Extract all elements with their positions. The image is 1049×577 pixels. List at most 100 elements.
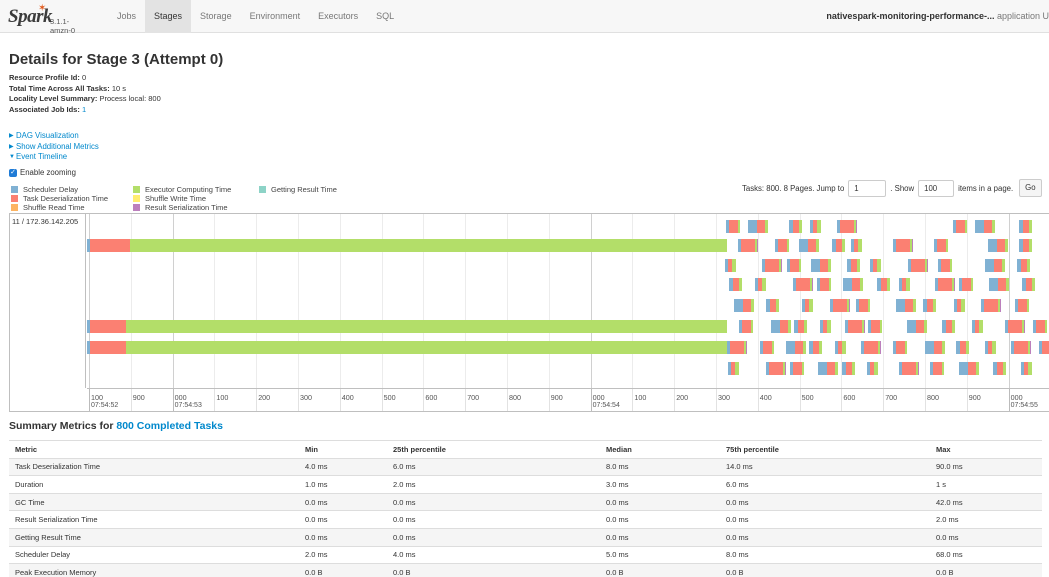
task-bar[interactable] <box>775 239 789 252</box>
task-bar[interactable] <box>953 220 967 233</box>
task-bar[interactable] <box>847 259 860 272</box>
additional-metrics-toggle[interactable]: ▶ Show Additional Metrics <box>9 142 99 153</box>
task-bar[interactable] <box>793 278 813 291</box>
task-bar[interactable] <box>809 341 822 354</box>
task-bar[interactable] <box>1022 278 1035 291</box>
task-bar[interactable] <box>835 341 846 354</box>
task-bar[interactable] <box>1011 341 1031 354</box>
task-bar[interactable] <box>1015 299 1029 312</box>
tab-stages[interactable]: Stages <box>145 0 192 33</box>
task-bar[interactable] <box>938 259 952 272</box>
task-bar[interactable] <box>868 320 882 333</box>
task-bar[interactable] <box>988 239 1008 252</box>
task-bar[interactable] <box>734 299 754 312</box>
column-header-min[interactable]: Min <box>299 440 387 459</box>
tab-storage[interactable]: Storage <box>191 0 241 33</box>
task-bar[interactable] <box>762 259 782 272</box>
column-header-max[interactable]: Max <box>930 440 1042 459</box>
tab-sql[interactable]: SQL <box>367 0 403 33</box>
task-bar[interactable] <box>899 278 910 291</box>
task-bar[interactable] <box>748 220 768 233</box>
timeline-canvas[interactable] <box>87 214 1049 388</box>
task-bar[interactable] <box>908 259 928 272</box>
task-bar[interactable] <box>989 278 1009 291</box>
task-bar[interactable] <box>728 362 739 375</box>
checkbox-checked-icon[interactable]: ✓ <box>9 168 17 177</box>
task-bar[interactable] <box>786 341 806 354</box>
tab-jobs[interactable]: Jobs <box>108 0 145 33</box>
task-bar[interactable] <box>899 362 919 375</box>
task-bar[interactable] <box>87 341 727 354</box>
task-bar[interactable] <box>856 299 870 312</box>
task-bar[interactable] <box>771 320 791 333</box>
task-bar[interactable] <box>766 362 786 375</box>
task-bar[interactable] <box>954 299 965 312</box>
task-bar[interactable] <box>789 220 802 233</box>
task-bar[interactable] <box>843 278 863 291</box>
task-bar[interactable] <box>842 362 855 375</box>
task-bar[interactable] <box>810 220 821 233</box>
page-size-input[interactable]: 100 <box>918 179 955 197</box>
task-bar[interactable] <box>1021 362 1032 375</box>
task-bar[interactable] <box>1033 320 1047 333</box>
task-bar[interactable] <box>893 239 913 252</box>
task-bar[interactable] <box>87 239 727 252</box>
column-header-metric[interactable]: Metric <box>9 440 299 459</box>
spark-logo[interactable]: Spark ✶ 3.1.1-amzn-0 <box>8 3 88 35</box>
task-bar[interactable] <box>867 362 878 375</box>
task-bar[interactable] <box>925 341 945 354</box>
task-bar[interactable] <box>837 220 857 233</box>
task-bar[interactable] <box>802 299 813 312</box>
job-id-link[interactable]: 1 <box>82 105 86 114</box>
task-bar[interactable] <box>923 299 936 312</box>
task-bar[interactable] <box>725 259 736 272</box>
task-bar[interactable] <box>811 259 831 272</box>
column-header-75th[interactable]: 75th percentile <box>720 440 930 459</box>
page-number-input[interactable]: 1 <box>848 179 887 197</box>
task-bar[interactable] <box>1039 341 1049 354</box>
task-bar[interactable] <box>907 320 927 333</box>
task-bar[interactable] <box>820 320 831 333</box>
task-bar[interactable] <box>959 278 973 291</box>
task-bar[interactable] <box>726 220 740 233</box>
column-header-25th[interactable]: 25th percentile <box>387 440 600 459</box>
task-bar[interactable] <box>972 320 983 333</box>
task-bar[interactable] <box>870 259 881 272</box>
event-timeline[interactable]: 11 / 172.36.142.205 100 900 000 100 200 300 40… <box>9 213 1049 412</box>
event-timeline-toggle[interactable]: ▼ Event Timeline <box>9 152 99 163</box>
task-bar[interactable] <box>818 362 838 375</box>
task-bar[interactable] <box>934 239 948 252</box>
task-bar[interactable] <box>1017 259 1030 272</box>
task-bar[interactable] <box>851 239 862 252</box>
task-bar[interactable] <box>832 239 845 252</box>
task-bar[interactable] <box>942 320 955 333</box>
task-bar[interactable] <box>830 299 850 312</box>
go-button[interactable]: Go <box>1019 179 1042 197</box>
task-bar[interactable] <box>930 362 944 375</box>
task-bar[interactable] <box>1019 220 1032 233</box>
task-bar[interactable] <box>760 341 774 354</box>
task-bar[interactable] <box>738 239 758 252</box>
task-bar[interactable] <box>766 299 779 312</box>
task-bar[interactable] <box>787 259 801 272</box>
tab-environment[interactable]: Environment <box>241 0 310 33</box>
task-bar[interactable] <box>985 259 1005 272</box>
task-bar[interactable] <box>727 341 747 354</box>
task-bar[interactable] <box>755 278 766 291</box>
task-bar[interactable] <box>1005 320 1025 333</box>
task-bar[interactable] <box>981 299 1001 312</box>
task-bar[interactable] <box>877 278 890 291</box>
task-bar[interactable] <box>1019 239 1032 252</box>
task-bar[interactable] <box>985 341 996 354</box>
task-bar[interactable] <box>817 278 831 291</box>
task-bar[interactable] <box>893 341 907 354</box>
task-bar[interactable] <box>845 320 865 333</box>
task-bar[interactable] <box>729 278 742 291</box>
task-bar[interactable] <box>993 362 1006 375</box>
task-bar[interactable] <box>959 362 979 375</box>
task-bar[interactable] <box>794 320 807 333</box>
dag-visualization-toggle[interactable]: ▶ DAG Visualization <box>9 131 99 142</box>
task-bar[interactable] <box>935 278 955 291</box>
completed-tasks-link[interactable]: 800 Completed Tasks <box>116 420 223 432</box>
task-bar[interactable] <box>956 341 969 354</box>
